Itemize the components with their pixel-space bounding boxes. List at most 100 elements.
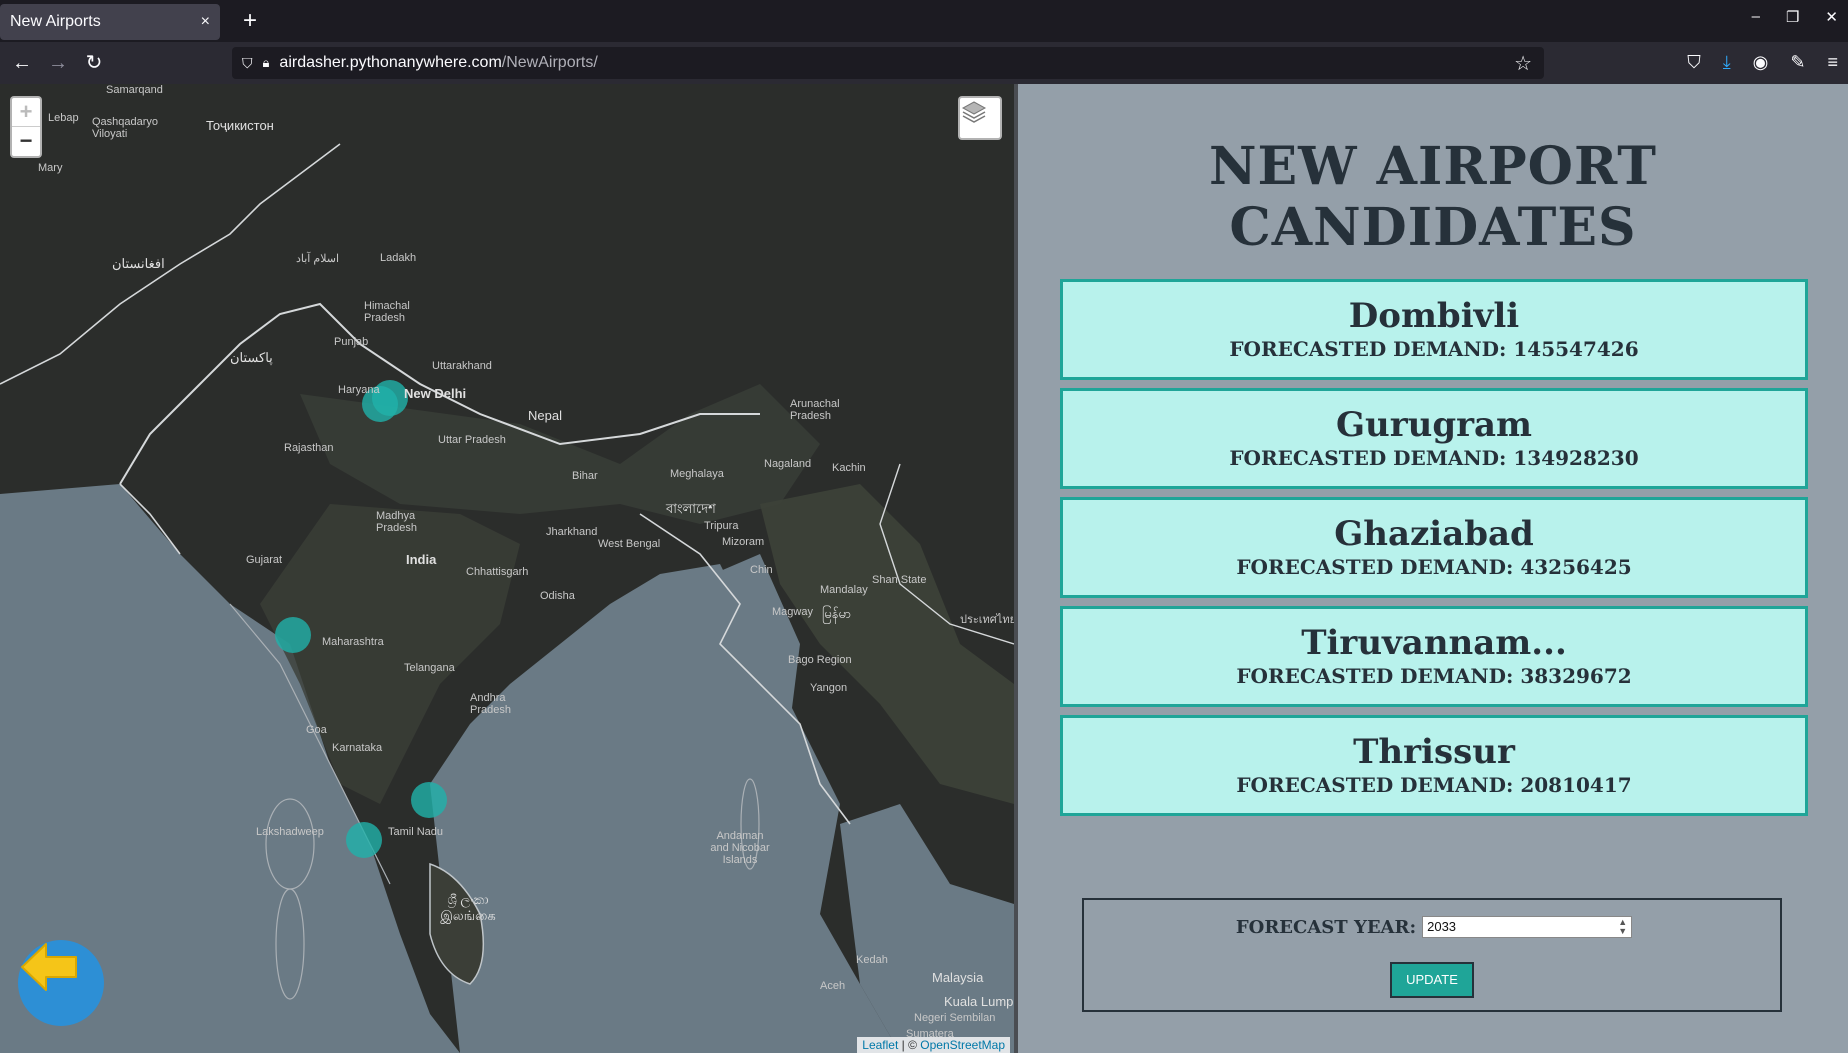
bookmark-star-icon[interactable]: ☆ bbox=[1514, 51, 1532, 76]
menu-icon[interactable]: ≡ bbox=[1827, 52, 1838, 73]
map[interactable]: Samarqand Lebap Qashqadaryo Viloyati Тоҷ… bbox=[0, 84, 1018, 1053]
map-label-odisha: Odisha bbox=[540, 590, 575, 602]
forecast-year-label: FORECAST YEAR: bbox=[1235, 916, 1417, 938]
candidates-panel: NEW AIRPORT CANDIDATES Dombivli FORECAST… bbox=[1018, 84, 1848, 1053]
map-label-lakshadweep: Lakshadweep bbox=[256, 826, 324, 838]
forecast-year-input[interactable]: 2033 ▲ ▼ bbox=[1422, 916, 1633, 938]
candidate-card[interactable]: Thrissur FORECASTED DEMAND: 20810417 bbox=[1060, 715, 1808, 816]
candidate-city: Tiruvannam... bbox=[1301, 623, 1567, 663]
map-label-himachal: Himachal Pradesh bbox=[364, 300, 410, 324]
map-label-chin: Chin bbox=[750, 564, 773, 576]
leaflet-link[interactable]: Leaflet bbox=[862, 1038, 898, 1052]
layers-button[interactable] bbox=[958, 96, 1002, 140]
osm-link[interactable]: OpenStreetMap bbox=[920, 1038, 1005, 1052]
close-window-icon[interactable]: ✕ bbox=[1825, 8, 1838, 26]
page-title: NEW AIRPORT CANDIDATES bbox=[1209, 136, 1657, 258]
map-label-yangon: Yangon bbox=[810, 682, 848, 694]
back-icon[interactable]: ← bbox=[8, 50, 36, 78]
map-label-samarqand: Samarqand bbox=[106, 84, 163, 96]
candidate-demand: FORECASTED DEMAND: 20810417 bbox=[1236, 773, 1632, 797]
map-marker-dombivli bbox=[275, 617, 311, 653]
candidate-card[interactable]: Ghaziabad FORECASTED DEMAND: 43256425 bbox=[1060, 497, 1808, 598]
forward-icon[interactable]: → bbox=[44, 50, 72, 78]
candidate-city: Gurugram bbox=[1335, 405, 1533, 445]
attribution-separator: | © bbox=[898, 1038, 921, 1052]
back-arrow-icon bbox=[21, 943, 77, 991]
map-label-sri-lanka: ශ්‍රී ලංකා இலங்கை bbox=[440, 892, 496, 923]
map-label-maharashtra: Maharashtra bbox=[322, 636, 384, 648]
map-label-chhattisgarh: Chhattisgarh bbox=[466, 566, 529, 578]
update-button[interactable]: UPDATE bbox=[1390, 962, 1474, 998]
browser-nav-bar: ← → ↻ ⛉ 🔒︎ airdasher.pythonanywhere.com /… bbox=[0, 42, 1848, 84]
forecast-form: FORECAST YEAR: 2033 ▲ ▼ UPDATE bbox=[1082, 898, 1782, 1012]
map-label-islamabad: اسلام آباد bbox=[296, 253, 340, 265]
map-label-qashqadaryo: Qashqadaryo Viloyati bbox=[92, 116, 159, 140]
forecast-year-row: FORECAST YEAR: 2033 ▲ ▼ bbox=[1084, 916, 1784, 938]
map-label-mary: Mary bbox=[38, 162, 63, 174]
map-label-tamil-nadu: Tamil Nadu bbox=[388, 826, 444, 838]
map-label-lebap: Lebap bbox=[48, 112, 79, 124]
map-label-madhya-pradesh: Madhya Pradesh bbox=[376, 510, 417, 534]
candidate-city: Thrissur bbox=[1353, 732, 1515, 772]
tab-title: New Airports bbox=[10, 13, 101, 30]
zoom-in-button[interactable]: + bbox=[12, 98, 40, 127]
candidate-demand: FORECASTED DEMAND: 43256425 bbox=[1236, 555, 1632, 579]
browser-tab-bar: New Airports × + – ❐ ✕ bbox=[0, 0, 1848, 42]
map-label-negeri-sembilan: Negeri Sembilan bbox=[914, 1012, 996, 1024]
map-label-india: India bbox=[406, 552, 437, 567]
shield-icon[interactable]: ⛉ bbox=[242, 55, 253, 72]
restore-icon[interactable]: ❐ bbox=[1786, 8, 1799, 26]
map-label-mizoram: Mizoram bbox=[722, 536, 765, 548]
minimize-icon[interactable]: – bbox=[1752, 8, 1760, 26]
zoom-control: + − bbox=[10, 96, 42, 158]
map-label-malaysia: Malaysia bbox=[932, 970, 984, 985]
map-label-karnataka: Karnataka bbox=[332, 742, 383, 754]
map-label-rajasthan: Rajasthan bbox=[284, 442, 334, 454]
map-label-kuala-lumpur: Kuala Lump bbox=[944, 994, 1014, 1009]
map-label-nepal: Nepal bbox=[528, 408, 562, 423]
browser-tab[interactable]: New Airports × bbox=[0, 4, 220, 40]
candidate-demand: FORECASTED DEMAND: 145547426 bbox=[1229, 337, 1639, 361]
forecast-year-value: 2033 bbox=[1427, 919, 1457, 934]
spinner-icon[interactable]: ▲ ▼ bbox=[1618, 918, 1627, 936]
pocket-icon[interactable]: ⛉ bbox=[1687, 52, 1701, 73]
candidate-card[interactable]: Tiruvannam... FORECASTED DEMAND: 3832967… bbox=[1060, 606, 1808, 707]
candidate-demand: FORECASTED DEMAND: 134928230 bbox=[1229, 446, 1639, 470]
map-label-tripura: Tripura bbox=[704, 520, 739, 532]
map-label-new-delhi: New Delhi bbox=[404, 386, 467, 401]
map-label-magway: Magway bbox=[772, 606, 813, 618]
map-label-thailand: ประเทศไทย bbox=[960, 614, 1017, 626]
address-bar[interactable]: ⛉ 🔒︎ airdasher.pythonanywhere.com/NewAir… bbox=[232, 47, 1544, 79]
map-label-mandalay: Mandalay bbox=[820, 584, 868, 596]
map-label-jharkhand: Jharkhand bbox=[546, 526, 598, 538]
map-label-west-bengal: West Bengal bbox=[598, 538, 661, 550]
new-tab-button[interactable]: + bbox=[236, 8, 264, 36]
lock-icon[interactable]: 🔒︎ bbox=[263, 55, 270, 71]
url-path: /NewAirports/ bbox=[501, 54, 598, 71]
toolbar-icons: ⛉ ⤓ ◉ ✎ ≡ bbox=[1687, 52, 1838, 73]
map-label-andhra-pradesh: Andhra Pradesh bbox=[470, 692, 511, 716]
map-label-pakistan: پاکستان bbox=[230, 350, 273, 365]
reload-icon[interactable]: ↻ bbox=[80, 50, 108, 78]
map-label-kachin: Kachin bbox=[832, 462, 866, 474]
candidate-card[interactable]: Dombivli FORECASTED DEMAND: 145547426 bbox=[1060, 279, 1808, 380]
map-label-myanmar: မြန်မာ bbox=[822, 606, 852, 621]
back-arrow-button[interactable] bbox=[18, 940, 104, 1026]
download-icon[interactable]: ⤓ bbox=[1723, 52, 1731, 73]
map-label-uttarakhand: Uttarakhand bbox=[432, 360, 492, 372]
map-label-nagaland: Nagaland bbox=[764, 458, 812, 470]
extension-icon[interactable]: ✎ bbox=[1790, 52, 1805, 73]
page-content: Samarqand Lebap Qashqadaryo Viloyati Тоҷ… bbox=[0, 84, 1848, 1053]
close-tab-icon[interactable]: × bbox=[201, 13, 210, 31]
window-controls: – ❐ ✕ bbox=[1752, 8, 1838, 26]
map-label-uttar-pradesh: Uttar Pradesh bbox=[438, 434, 506, 446]
map-label-arunachal: Arunachal Pradesh bbox=[790, 398, 840, 422]
url-host: airdasher.pythonanywhere.com bbox=[279, 54, 502, 71]
candidate-list: Dombivli FORECASTED DEMAND: 145547426 Gu… bbox=[1060, 279, 1808, 824]
zoom-out-button[interactable]: − bbox=[12, 127, 40, 156]
account-icon[interactable]: ◉ bbox=[1753, 52, 1769, 73]
map-label-tajikistan: Тоҷикистон bbox=[206, 118, 274, 133]
layers-icon bbox=[961, 101, 987, 123]
map-label-bihar: Bihar bbox=[572, 470, 598, 482]
candidate-card[interactable]: Gurugram FORECASTED DEMAND: 134928230 bbox=[1060, 388, 1808, 489]
